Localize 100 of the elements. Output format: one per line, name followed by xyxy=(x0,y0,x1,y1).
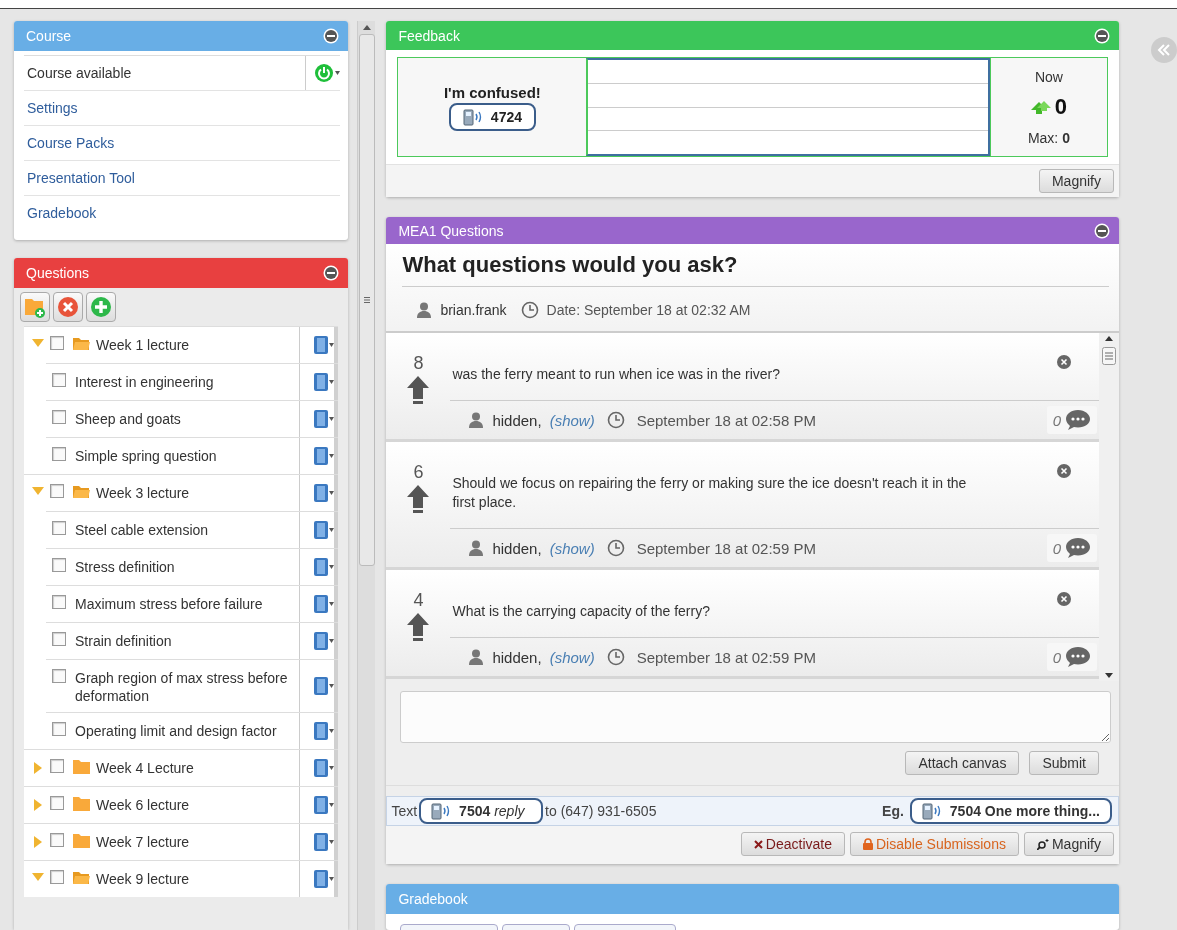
course-menu-link[interactable]: Settings xyxy=(24,100,78,116)
checkbox[interactable] xyxy=(52,722,66,736)
question-label[interactable]: Sheep and goats xyxy=(75,410,181,428)
checkbox[interactable] xyxy=(52,447,66,461)
question-label[interactable]: Interest in engineering xyxy=(75,373,214,391)
book-icon[interactable] xyxy=(313,410,328,428)
deactivate-button[interactable]: Deactivate xyxy=(740,832,845,857)
show-link[interactable]: (show) xyxy=(549,539,595,557)
magnify-button[interactable]: Magnify xyxy=(1023,832,1114,857)
upvote-arrow-icon[interactable] xyxy=(407,376,430,405)
checkbox[interactable] xyxy=(50,484,64,498)
comments-button[interactable]: 0 xyxy=(1046,534,1097,563)
attach-canvas-button[interactable]: Attach canvas xyxy=(905,751,1020,776)
person-icon xyxy=(468,412,485,429)
folder-label[interactable]: Week 4 Lecture xyxy=(96,759,194,777)
caret-icon[interactable] xyxy=(328,766,334,770)
remove-icon[interactable] xyxy=(1057,464,1071,479)
checkbox[interactable] xyxy=(52,632,66,646)
book-icon[interactable] xyxy=(313,796,328,814)
delete-button[interactable] xyxy=(53,292,83,322)
book-icon[interactable] xyxy=(313,759,328,777)
collapse-icon[interactable] xyxy=(1094,222,1110,239)
checkbox[interactable] xyxy=(52,521,66,535)
comments-button[interactable]: 0 xyxy=(1046,643,1097,672)
checkbox[interactable] xyxy=(52,669,66,683)
caret-icon[interactable] xyxy=(328,803,334,807)
book-icon[interactable] xyxy=(313,484,328,502)
caret-icon[interactable] xyxy=(328,877,334,881)
checkbox[interactable] xyxy=(52,410,66,424)
question-label[interactable]: Steel cable extension xyxy=(75,521,209,539)
question-label[interactable]: Maximum stress before failure xyxy=(75,595,263,613)
scroll-up-icon[interactable] xyxy=(362,25,371,30)
remove-icon[interactable] xyxy=(1057,355,1071,370)
book-icon[interactable] xyxy=(313,595,328,613)
checkbox[interactable] xyxy=(50,870,64,884)
checkbox[interactable] xyxy=(52,558,66,572)
course-menu-link[interactable]: Gradebook xyxy=(24,205,97,221)
book-icon[interactable] xyxy=(313,722,328,740)
checkbox[interactable] xyxy=(52,595,66,609)
caret-icon[interactable] xyxy=(328,343,334,347)
caret-icon[interactable] xyxy=(328,491,334,495)
checkbox[interactable] xyxy=(50,759,64,773)
folder-icon xyxy=(73,870,90,885)
question-label[interactable]: Simple spring question xyxy=(75,447,217,465)
collapse-icon[interactable] xyxy=(1094,27,1110,44)
book-icon[interactable] xyxy=(313,521,328,539)
add-button[interactable] xyxy=(86,292,116,322)
comments-button[interactable]: 0 xyxy=(1046,406,1097,435)
book-icon[interactable] xyxy=(313,447,328,465)
book-icon[interactable] xyxy=(313,336,328,354)
course-menu-link[interactable]: Presentation Tool xyxy=(24,170,135,186)
question-label[interactable]: Strain definition xyxy=(75,632,172,650)
caret-icon[interactable] xyxy=(328,454,334,458)
folder-label[interactable]: Week 6 lecture xyxy=(96,796,190,814)
collapse-icon[interactable] xyxy=(322,28,339,44)
checkbox[interactable] xyxy=(50,336,64,350)
book-icon[interactable] xyxy=(313,558,328,576)
panel-title: Gradebook xyxy=(398,891,468,908)
checkbox[interactable] xyxy=(50,833,64,847)
caret-icon[interactable] xyxy=(328,565,334,569)
caret-icon[interactable] xyxy=(328,729,334,733)
caret-icon[interactable] xyxy=(328,840,334,844)
caret-icon[interactable] xyxy=(328,639,334,643)
caret-icon[interactable] xyxy=(328,602,334,606)
folder-label[interactable]: Week 9 lecture xyxy=(96,870,190,888)
collapse-icon[interactable] xyxy=(322,265,339,281)
book-icon[interactable] xyxy=(313,632,328,650)
question-label[interactable]: Graph region of max stress before deformation xyxy=(75,669,295,705)
submit-button[interactable]: Submit xyxy=(1029,751,1099,776)
magnify-button[interactable]: Magnify xyxy=(1038,169,1114,194)
splitter-scrollbar[interactable] xyxy=(356,21,376,930)
question-label[interactable]: Stress definition xyxy=(75,558,175,576)
folder-label[interactable]: Week 3 lecture xyxy=(96,484,190,502)
scroll-down-icon[interactable] xyxy=(1105,673,1113,679)
question-label[interactable]: Operating limit and design factor xyxy=(75,722,277,740)
caret-icon[interactable] xyxy=(328,684,334,688)
checkbox[interactable] xyxy=(52,373,66,387)
checkbox[interactable] xyxy=(50,796,64,810)
book-icon[interactable] xyxy=(313,870,328,888)
book-icon[interactable] xyxy=(313,833,328,851)
upvote-arrow-icon[interactable] xyxy=(407,613,430,642)
availability-toggle[interactable] xyxy=(304,56,340,90)
caret-icon[interactable] xyxy=(328,528,334,532)
upvote-arrow-icon[interactable] xyxy=(407,485,430,514)
book-icon[interactable] xyxy=(313,677,328,695)
caret-icon[interactable] xyxy=(328,417,334,421)
caret-icon[interactable] xyxy=(328,380,334,384)
course-menu-link[interactable]: Course Packs xyxy=(24,135,115,151)
folder-label[interactable]: Week 1 lecture xyxy=(96,336,190,354)
show-link[interactable]: (show) xyxy=(549,648,595,666)
scroll-thumb-icon[interactable] xyxy=(1102,347,1116,366)
folder-label[interactable]: Week 7 lecture xyxy=(96,833,190,851)
show-link[interactable]: (show) xyxy=(549,411,595,429)
response-input-field[interactable] xyxy=(400,691,1111,744)
remove-icon[interactable] xyxy=(1057,592,1071,607)
book-icon[interactable] xyxy=(313,373,328,391)
add-folder-button[interactable] xyxy=(20,292,50,322)
lock-icon xyxy=(863,838,873,851)
caret-icon[interactable] xyxy=(334,71,340,75)
scroll-up-icon[interactable] xyxy=(1105,336,1113,342)
